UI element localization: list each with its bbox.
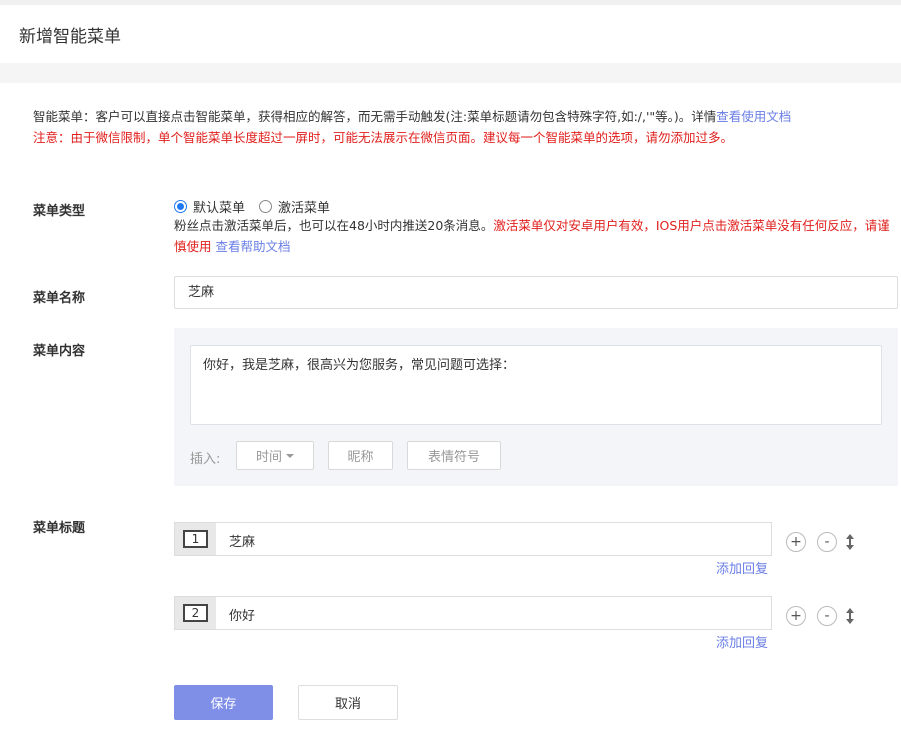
menu-title-row-1: 1 芝麻	[174, 522, 772, 556]
insert-nickname-button[interactable]: 昵称	[328, 441, 393, 470]
title-number-cell: 2	[175, 597, 216, 629]
warning-line: 注意：由于微信限制，单个智能菜单长度超过一屏时，可能无法展示在微信页面。建议每一…	[33, 130, 734, 145]
help-text: 粉丝点击激活菜单后，也可以在48小时内推送20条消息。	[174, 218, 494, 233]
help-doc-link[interactable]: 查看帮助文档	[216, 239, 291, 254]
menu-title-input-2[interactable]: 你好	[229, 605, 255, 624]
menu-content-textarea[interactable]: 你好，我是芝麻，很高兴为您服务，常见问题可选择：	[190, 345, 882, 425]
add-reply-link-1[interactable]: 添加回复	[716, 558, 768, 577]
add-title-button-2[interactable]: +	[786, 606, 806, 626]
insert-time-label: 时间	[255, 450, 282, 465]
menu-content-panel: 你好，我是芝麻，很高兴为您服务，常见问题可选择： 插入: 时间 昵称 表情符号	[174, 328, 898, 486]
info-line-1: 智能菜单：客户可以直接点击智能菜单，获得相应的解答，而无需手动触发(注:菜单标题…	[33, 106, 791, 127]
sort-arrows-icon[interactable]	[845, 534, 855, 550]
menu-title-row-2: 2 你好	[174, 596, 772, 630]
radio-activated-label: 激活菜单	[278, 201, 331, 216]
cancel-button[interactable]: 取消	[298, 685, 398, 720]
header-divider	[0, 63, 901, 83]
menu-title-input-1[interactable]: 芝麻	[229, 531, 255, 550]
menu-titles-label: 菜单标题	[33, 521, 86, 536]
insert-label: 插入:	[190, 452, 221, 467]
radio-activated-circle[interactable]	[259, 200, 273, 213]
radio-activated-menu[interactable]: 激活菜单	[259, 197, 330, 216]
page-title: 新增智能菜单	[19, 27, 121, 47]
menu-name-input[interactable]: 芝麻	[174, 276, 898, 309]
save-button[interactable]: 保存	[174, 685, 273, 720]
menu-content-label: 菜单内容	[33, 344, 86, 359]
title-number-badge: 1	[183, 530, 208, 548]
caret-down-icon	[286, 453, 294, 458]
remove-title-button-2[interactable]: -	[817, 606, 837, 626]
usage-doc-link[interactable]: 查看使用文档	[716, 109, 791, 124]
title-number-badge: 2	[183, 604, 208, 622]
remove-title-button-1[interactable]: -	[817, 532, 837, 552]
info-text: 智能菜单：客户可以直接点击智能菜单，获得相应的解答，而无需手动触发(注:菜单标题…	[33, 109, 717, 124]
insert-emoji-button[interactable]: 表情符号	[407, 441, 501, 470]
add-title-button-1[interactable]: +	[786, 532, 806, 552]
add-reply-link-2[interactable]: 添加回复	[716, 632, 768, 651]
menu-type-radio-group: 默认菜单 激活菜单	[174, 197, 344, 216]
sort-arrows-icon[interactable]	[845, 608, 855, 624]
radio-default-circle[interactable]	[174, 200, 187, 213]
radio-default-menu[interactable]: 默认菜单	[174, 197, 245, 216]
radio-default-label: 默认菜单	[193, 201, 246, 216]
menu-type-help: 粉丝点击激活菜单后，也可以在48小时内推送20条消息。激活菜单仅对安卓用户有效，…	[174, 215, 894, 257]
title-number-cell: 1	[175, 523, 216, 555]
page-header: 新增智能菜单	[0, 5, 901, 63]
menu-type-label: 菜单类型	[33, 204, 86, 219]
menu-name-label: 菜单名称	[33, 291, 86, 306]
insert-time-dropdown[interactable]: 时间	[236, 441, 314, 470]
info-notice: 智能菜单：客户可以直接点击智能菜单，获得相应的解答，而无需手动触发(注:菜单标题…	[33, 106, 791, 148]
